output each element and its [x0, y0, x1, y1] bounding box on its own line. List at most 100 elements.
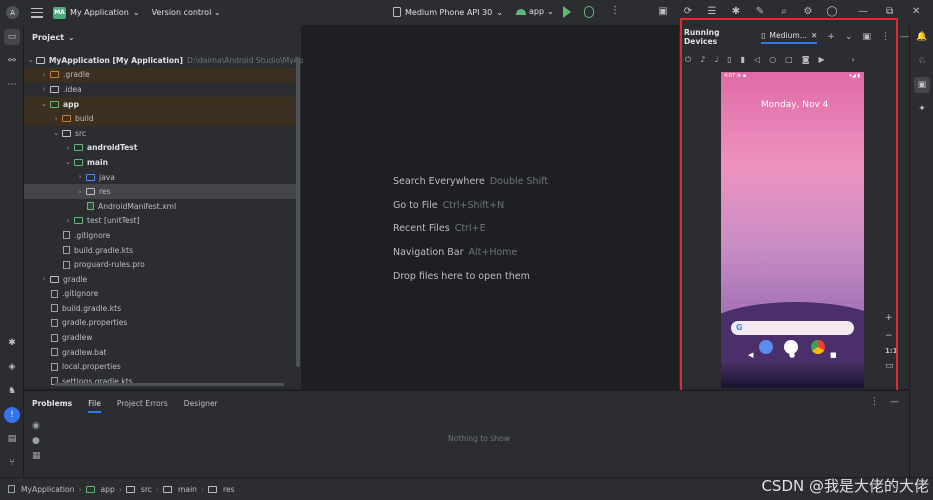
tree-item[interactable]: › gradle	[24, 272, 296, 287]
chevron-down-icon[interactable]: ⌄	[64, 158, 72, 166]
running-devices-tool-icon[interactable]: ▣	[914, 77, 930, 93]
lightbulb-icon[interactable]: ●	[32, 436, 40, 446]
chevron-right-icon[interactable]: ›	[64, 144, 72, 152]
restore-window-button[interactable]: ⧉	[886, 6, 893, 17]
version-control-menu[interactable]: Version control ⌄	[152, 8, 221, 17]
gemini-assistant-icon[interactable]: ✦	[914, 101, 930, 117]
layout-icon[interactable]: ▣	[862, 32, 871, 42]
logcat-icon[interactable]: ♞	[4, 383, 20, 399]
breadcrumb-item[interactable]: src	[141, 485, 152, 494]
bug-icon[interactable]: ✱	[730, 6, 742, 18]
nav-home-icon[interactable]: ●	[789, 351, 795, 359]
chevron-right-icon[interactable]: ›	[76, 173, 84, 181]
chevron-right-icon[interactable]: ›	[76, 188, 84, 196]
zoom-actual-size[interactable]: 1:1	[885, 347, 898, 355]
device-tab[interactable]: ▯ Medium... ✕	[761, 31, 818, 44]
breadcrumb-item[interactable]: main	[178, 485, 197, 494]
chevron-down-icon[interactable]: ⌄	[845, 32, 853, 42]
screenshot-icon[interactable]: ◙	[802, 55, 810, 65]
bottom-tab[interactable]: File	[88, 399, 101, 413]
rotate-left-icon[interactable]: ▯	[727, 55, 731, 65]
overview-icon[interactable]: □	[785, 55, 793, 65]
chrome-icon[interactable]	[811, 340, 825, 354]
notifications-icon[interactable]: 🔔	[914, 29, 930, 45]
debug-icon[interactable]	[584, 6, 594, 18]
close-window-button[interactable]: ✕	[912, 6, 920, 17]
tree-item[interactable]: proguard-rules.pro	[24, 257, 296, 272]
tree-item[interactable]: .gitignore	[24, 287, 296, 302]
tree-item[interactable]: › test [unitTest]	[24, 214, 296, 229]
nav-recents-icon[interactable]: ■	[830, 351, 837, 359]
more-tools-icon[interactable]: ⋯	[4, 77, 20, 93]
tree-item[interactable]: gradlew	[24, 330, 296, 345]
tree-item[interactable]: › .gradle	[24, 67, 296, 83]
screen-record-icon[interactable]: ▶	[819, 55, 825, 65]
run-icon[interactable]	[563, 6, 571, 18]
hide-panel-icon[interactable]: —	[890, 397, 899, 407]
tree-item[interactable]: settings.gradle.kts	[24, 374, 296, 389]
zoom-fit-icon[interactable]: ▭	[885, 361, 894, 371]
tree-scrollbar-vertical[interactable]	[296, 57, 300, 367]
tree-item[interactable]: ⌄ app	[24, 96, 296, 112]
tree-item[interactable]: gradlew.bat	[24, 345, 296, 360]
tree-item[interactable]: ⌄ src	[24, 126, 296, 141]
project-panel-header[interactable]: Project ⌄	[24, 25, 301, 49]
zoom-in-icon[interactable]: +	[885, 313, 893, 323]
tree-item[interactable]: .gitignore	[24, 228, 296, 243]
device-manager-icon[interactable]: ▣	[657, 6, 669, 18]
tree-item[interactable]: ⌄ main	[24, 155, 296, 170]
tree-scrollbar-horizontal[interactable]	[54, 383, 284, 386]
chevron-down-icon[interactable]: ⌄	[52, 129, 60, 137]
more-icon[interactable]: ⋮	[870, 397, 879, 407]
layout-inspector-icon[interactable]: ☰	[706, 6, 718, 18]
home-icon[interactable]: ○	[769, 55, 776, 65]
device-screen[interactable]: 4:07 ⚙ ▪ ▾◢ ▮ Monday, Nov 4 G ◀ ● ■	[721, 72, 864, 388]
project-switcher[interactable]: MA My Application ⌄	[53, 6, 140, 19]
main-menu-icon[interactable]	[31, 7, 43, 18]
chevron-right-icon[interactable]: ›	[52, 115, 60, 123]
sync-icon[interactable]: ⟳	[682, 6, 694, 18]
breadcrumb-item[interactable]: MyApplication	[21, 485, 74, 494]
chevron-right-icon[interactable]: ›	[40, 85, 48, 93]
more-icon[interactable]: ⋮	[610, 5, 620, 16]
nav-back-icon[interactable]: ◀	[748, 351, 753, 359]
tree-item[interactable]: gradle.properties	[24, 316, 296, 331]
bottom-tab[interactable]: Project Errors	[117, 399, 168, 408]
minimize-window-button[interactable]: —	[858, 6, 868, 17]
chevron-right-icon[interactable]: ›	[64, 217, 72, 225]
account-icon[interactable]: ◯	[826, 6, 838, 18]
gemini-icon[interactable]: ✎	[754, 6, 766, 18]
more-icon[interactable]: ⋮	[881, 32, 890, 42]
more-actions-icon[interactable]: ›	[852, 55, 855, 65]
bottom-tab[interactable]: Problems	[32, 399, 72, 408]
tree-item[interactable]: › build	[24, 111, 296, 126]
volume-up-icon[interactable]: ♪	[700, 55, 705, 65]
chevron-right-icon[interactable]: ›	[40, 275, 48, 283]
git-icon[interactable]: ⑂	[4, 455, 20, 471]
settings-gear-icon[interactable]: ⚙	[802, 6, 814, 18]
volume-down-icon[interactable]: ♩	[714, 55, 718, 65]
tree-item[interactable]: build.gradle.kts	[24, 301, 296, 316]
chevron-right-icon[interactable]: ›	[40, 71, 48, 79]
eye-icon[interactable]: ◉	[32, 421, 40, 431]
close-icon[interactable]: ✕	[811, 31, 817, 40]
tree-root[interactable]: ⌄ MyApplication [My Application] D:\daim…	[24, 53, 317, 68]
back-icon[interactable]: ◁	[754, 55, 760, 65]
tree-item[interactable]: local.properties	[24, 359, 296, 374]
tree-item[interactable]: AndroidManifest.xml	[24, 199, 296, 214]
run-config-selector[interactable]: app ⌄	[516, 7, 554, 16]
gradle-icon[interactable]: ♘	[914, 53, 930, 69]
tree-item[interactable]: › androidTest	[24, 141, 296, 156]
rotate-right-icon[interactable]: ▮	[741, 55, 745, 65]
tree-item[interactable]: › java	[24, 170, 296, 185]
device-selector[interactable]: Medium Phone API 30 ⌄	[393, 7, 503, 17]
power-icon[interactable]: ⏻	[685, 55, 691, 65]
google-search-bar[interactable]: G	[731, 321, 854, 335]
breadcrumb-item[interactable]: res	[223, 485, 235, 494]
project-tool-icon[interactable]: ▭	[4, 29, 20, 45]
bottom-tab[interactable]: Designer	[184, 399, 218, 408]
add-device-icon[interactable]: +	[827, 32, 835, 42]
tree-item[interactable]: › res	[24, 184, 296, 199]
search-icon[interactable]: ⌕	[778, 6, 790, 18]
hide-panel-icon[interactable]: —	[900, 32, 909, 42]
